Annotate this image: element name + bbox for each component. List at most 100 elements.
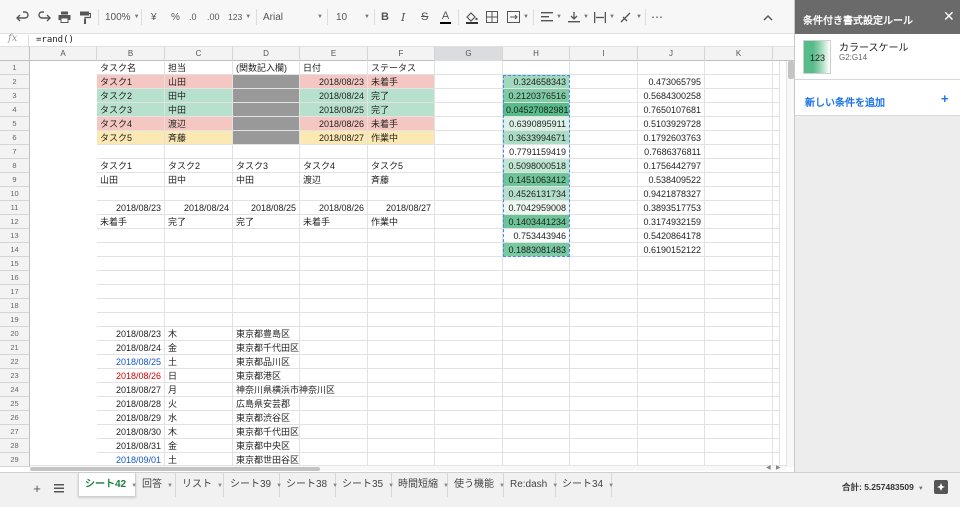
cell-k5[interactable] [773,117,780,131]
cell-g3[interactable]: 0.2120376516 [503,89,570,103]
cell-i13[interactable]: 0.5420864178 [638,229,705,243]
cell-f24[interactable] [435,383,503,397]
rule-card[interactable]: 123 カラースケール G2:G14 [795,34,960,80]
row-header[interactable]: 14 [0,243,30,257]
row-header[interactable]: 21 [0,341,30,355]
cell-i2[interactable]: 0.473065795 [638,75,705,89]
cell-a17[interactable] [97,285,165,299]
cell-c22[interactable]: 東京都品川区 [233,355,300,369]
cell-j1[interactable] [705,61,773,75]
font-select[interactable]: Arial ▼ [263,6,323,28]
cell-k21[interactable] [773,341,780,355]
cell-e7[interactable] [368,145,435,159]
cell-e17[interactable] [368,285,435,299]
cell-b10[interactable] [165,187,233,201]
cell-e21[interactable] [368,341,435,355]
cell-a7[interactable] [97,145,165,159]
sum-status[interactable]: 合計: 5.257483509 ▼ [842,481,924,493]
cell-a16[interactable] [97,271,165,285]
cell-b17[interactable] [165,285,233,299]
cell-g7[interactable]: 0.7791159419 [503,145,570,159]
cell-d25[interactable] [300,397,368,411]
cell-k13[interactable] [773,229,780,243]
select-all-corner[interactable] [0,47,30,61]
cell-g1[interactable] [503,61,570,75]
sheet-tab[interactable]: 回答 ▼ [136,473,176,497]
currency-button[interactable]: ¥ [151,6,157,28]
cell-d4[interactable]: 2018/08/25 [300,103,368,117]
cell-a12[interactable]: 未着手 [97,215,165,229]
cell-c12[interactable]: 完了 [233,215,300,229]
cell-c23[interactable]: 東京都港区 [233,369,300,383]
cell-i3[interactable]: 0.5684300258 [638,89,705,103]
cell-i15[interactable] [638,257,705,271]
cell-h28[interactable] [570,439,638,453]
cell-h9[interactable] [570,173,638,187]
cell-k9[interactable] [773,173,780,187]
column-header-d[interactable]: D [233,47,300,61]
row-header[interactable]: 1 [0,61,30,75]
cell-f28[interactable] [435,439,503,453]
sheet-tab[interactable]: Re:dash ▼ [504,473,558,497]
text-rotation-icon[interactable]: ▼ [620,6,642,28]
cell-g22[interactable] [503,355,570,369]
cell-f26[interactable] [435,411,503,425]
bold-button[interactable]: B [381,6,389,28]
cell-h6[interactable] [570,131,638,145]
cell-i26[interactable] [638,411,705,425]
add-sheet-icon[interactable]: + [28,479,46,497]
cell-j12[interactable] [705,215,773,229]
scroll-right-arrow-icon[interactable]: ▶ [776,464,781,471]
cell-g15[interactable] [503,257,570,271]
cell-j17[interactable] [705,285,773,299]
cell-h18[interactable] [570,299,638,313]
cell-d9[interactable]: 渡辺 [300,173,368,187]
cell-k28[interactable] [773,439,780,453]
cell-j16[interactable] [705,271,773,285]
cell-e16[interactable] [368,271,435,285]
cell-k18[interactable] [773,299,780,313]
cell-f1[interactable] [435,61,503,75]
cell-h20[interactable] [570,327,638,341]
cell-h2[interactable] [570,75,638,89]
cell-c25[interactable]: 広島県安芸郡 [233,397,300,411]
horizontal-align-icon[interactable]: ▼ [541,6,562,28]
column-header-h[interactable]: H [503,47,570,61]
cell-d16[interactable] [300,271,368,285]
cell-g5[interactable]: 0.6390895911 [503,117,570,131]
cell-h21[interactable] [570,341,638,355]
italic-button[interactable]: I [401,6,405,28]
cell-c2[interactable] [233,75,300,89]
cell-d18[interactable] [300,299,368,313]
cell-b24[interactable]: 月 [165,383,233,397]
decrease-decimal-button[interactable]: .0 [189,6,197,28]
cell-b3[interactable]: 田中 [165,89,233,103]
sheet-tab[interactable]: シート34 ▼ [556,473,614,497]
row-header[interactable]: 7 [0,145,30,159]
row-header[interactable]: 20 [0,327,30,341]
cell-c24[interactable]: 神奈川県横浜市神奈川区 [233,383,335,397]
sheet-tab[interactable]: シート42 ▼ [78,473,137,497]
sheet-tab[interactable]: シート38 ▼ [280,473,338,497]
cell-c27[interactable]: 東京都千代田区 [233,425,300,439]
cell-f3[interactable] [435,89,503,103]
cell-g11[interactable]: 0.7042959008 [503,201,570,215]
cell-i23[interactable] [638,369,705,383]
cell-i28[interactable] [638,439,705,453]
cell-i20[interactable] [638,327,705,341]
cell-g4[interactable]: 0.04527082981 [503,103,570,117]
cell-e15[interactable] [368,257,435,271]
cell-k11[interactable] [773,201,780,215]
row-header[interactable]: 26 [0,411,30,425]
cell-g13[interactable]: 0.753443946 [503,229,570,243]
cell-a28[interactable]: 2018/08/31 [97,439,165,453]
cell-h25[interactable] [570,397,638,411]
column-header-f[interactable]: F [368,47,435,61]
cell-h1[interactable] [570,61,638,75]
cell-e2[interactable]: 未着手 [368,75,435,89]
cell-d3[interactable]: 2018/08/24 [300,89,368,103]
cell-k10[interactable] [773,187,780,201]
cell-k23[interactable] [773,369,780,383]
cell-e25[interactable] [368,397,435,411]
number-format-select[interactable]: 123 ▼ [228,6,251,28]
